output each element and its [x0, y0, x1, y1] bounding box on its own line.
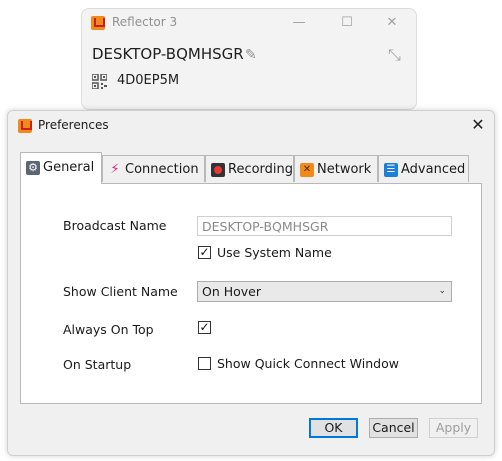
tab-network[interactable]: ✕ Network	[294, 155, 378, 182]
apply-button[interactable]: Apply	[429, 418, 478, 438]
connect-code: 4D0EP5M	[117, 73, 180, 88]
connection-icon: ⚡	[110, 162, 120, 177]
show-quick-connect-checkbox[interactable]	[198, 357, 211, 370]
tab-recording-label: Recording	[228, 162, 294, 177]
network-icon: ✕	[300, 163, 314, 177]
resize-icon[interactable]: ⤡	[388, 45, 401, 65]
dialog-close-button[interactable]: ✕	[466, 113, 490, 137]
gear-icon: ⚙	[26, 161, 40, 175]
reflector-window-title: Reflector 3	[112, 15, 178, 29]
tab-general[interactable]: ⚙ General	[20, 152, 102, 184]
use-system-name-checkbox[interactable]: ✓	[198, 246, 211, 259]
always-on-top-label: Always On Top	[63, 322, 154, 337]
on-startup-label: On Startup	[63, 357, 132, 372]
record-icon	[211, 163, 225, 177]
tab-connection-label: Connection	[125, 162, 199, 177]
show-client-name-value: On Hover	[202, 284, 262, 299]
tab-advanced[interactable]: ☰ Advanced	[378, 155, 469, 182]
show-client-name-label: Show Client Name	[63, 284, 178, 299]
reflector-titlebar: Reflector 3 — ☐ ✕	[82, 9, 416, 37]
show-quick-connect-label[interactable]: Show Quick Connect Window	[217, 356, 399, 371]
general-panel: Broadcast Name DESKTOP-BQMHSGR ✓ Use Sys…	[20, 183, 482, 404]
ok-button[interactable]: OK	[309, 418, 358, 438]
tab-advanced-label: Advanced	[401, 162, 466, 177]
qr-code-icon	[92, 74, 107, 89]
tab-general-label: General	[43, 160, 95, 175]
sliders-icon: ☰	[384, 163, 398, 177]
always-on-top-checkbox[interactable]: ✓	[198, 321, 211, 334]
use-system-name-label[interactable]: Use System Name	[217, 245, 332, 260]
tab-network-label: Network	[317, 162, 372, 177]
device-name: DESKTOP-BQMHSGR	[92, 45, 244, 63]
chevron-down-icon: ⌄	[438, 286, 446, 296]
broadcast-name-field[interactable]: DESKTOP-BQMHSGR	[197, 216, 452, 236]
edit-name-icon[interactable]: ✎	[245, 47, 257, 63]
preferences-app-icon	[18, 119, 32, 133]
preferences-dialog: Preferences ✕ ⚙ General ⚡ Connection Rec…	[7, 110, 495, 456]
close-button[interactable]: ✕	[381, 13, 403, 33]
tab-connection[interactable]: ⚡ Connection	[102, 155, 205, 182]
show-client-name-select[interactable]: On Hover ⌄	[197, 281, 452, 302]
minimize-button[interactable]: —	[288, 13, 310, 33]
cancel-button[interactable]: Cancel	[369, 418, 418, 438]
reflector-app-icon	[91, 16, 105, 30]
dialog-title: Preferences	[38, 118, 109, 132]
maximize-button[interactable]: ☐	[336, 13, 358, 33]
broadcast-name-label: Broadcast Name	[63, 218, 167, 233]
reflector-main-window: Reflector 3 — ☐ ✕ DESKTOP-BQMHSGR ✎ ⤡ 4D…	[81, 8, 417, 110]
tab-recording[interactable]: Recording	[205, 155, 294, 182]
